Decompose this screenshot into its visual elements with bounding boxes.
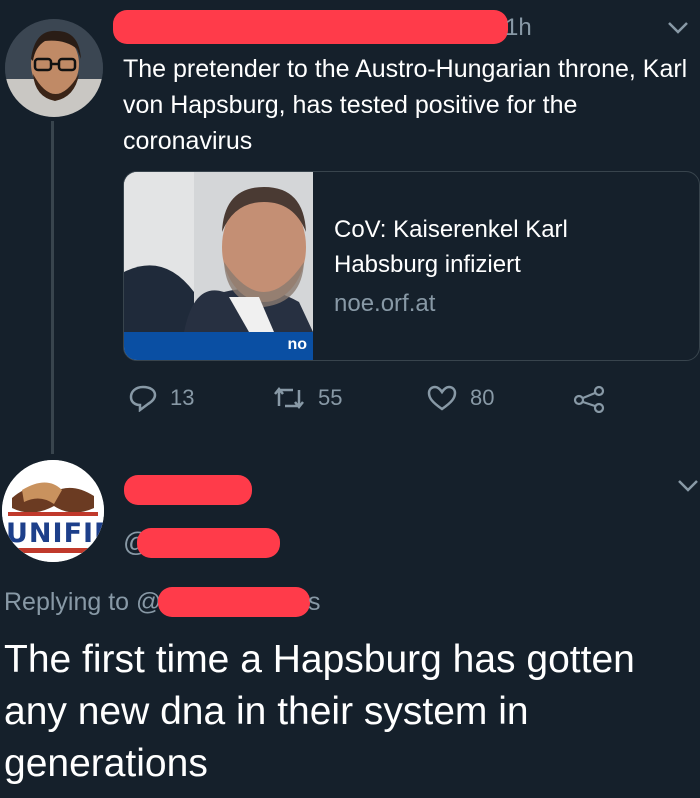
heart-icon	[427, 385, 457, 411]
card-title: CoV: Kaiserenkel Karl Habsburg infiziert	[334, 216, 568, 278]
card-image-caption: no	[287, 336, 307, 353]
reply-button[interactable]: 13	[128, 384, 194, 412]
like-button[interactable]: 80	[426, 384, 494, 412]
reply-text: The first time a Hapsburg has gotten any…	[4, 638, 635, 785]
reply-avatar[interactable]: UNIFIED	[2, 460, 104, 562]
avatar-photo	[5, 19, 103, 117]
replying-handle-suffix: s	[308, 588, 321, 616]
retweet-button[interactable]: 55	[272, 384, 342, 412]
link-preview-card[interactable]: no CoV: Kaiserenkel Karl Habsburg infizi…	[123, 171, 700, 361]
retweet-count: 55	[318, 385, 343, 410]
thread-line	[51, 121, 54, 454]
chevron-down-icon[interactable]	[666, 20, 690, 41]
retweet-icon	[274, 386, 304, 410]
replying-to-label: Replying to @	[4, 588, 162, 616]
redacted-username	[113, 10, 508, 44]
share-icon	[573, 385, 605, 413]
reply-icon	[129, 385, 157, 412]
reply-chevron-down-icon[interactable]	[676, 478, 700, 499]
redacted-display-name	[124, 475, 252, 505]
tweet-timestamp: 1h	[505, 14, 532, 41]
share-button[interactable]	[572, 385, 618, 413]
avatar-logo-text: UNIFIED	[6, 518, 104, 549]
card-domain: noe.orf.at	[334, 290, 436, 317]
tweet-text: The pretender to the Austro-Hungarian th…	[123, 55, 688, 155]
reply-count: 13	[170, 385, 195, 410]
redacted-replying-handle[interactable]	[158, 587, 310, 617]
avatar[interactable]	[5, 19, 103, 117]
like-count: 80	[470, 385, 495, 410]
card-image-banner: no	[124, 332, 313, 360]
redacted-handle	[137, 528, 280, 558]
card-image: no	[124, 172, 313, 360]
